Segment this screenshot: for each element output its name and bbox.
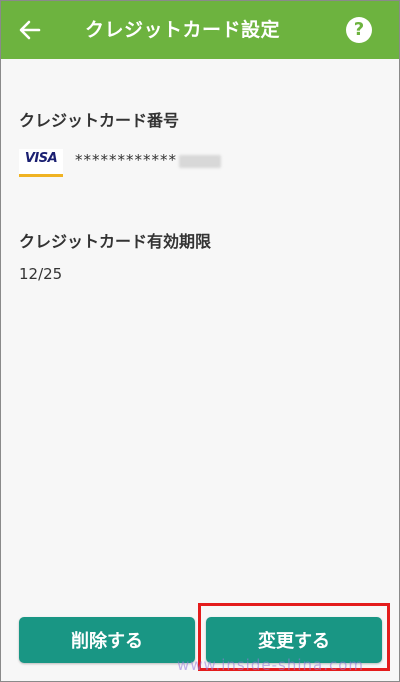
masked-card-number: ************ <box>75 151 177 169</box>
back-button[interactable] <box>15 15 45 45</box>
blurred-last-digits <box>179 155 221 168</box>
screen-frame: クレジットカード設定 ? クレジットカード番号 VISA ***********… <box>0 0 400 682</box>
app-header: クレジットカード設定 ? <box>1 1 399 59</box>
visa-brand-text: VISA <box>24 151 58 166</box>
delete-button[interactable]: 削除する <box>19 617 195 663</box>
expiry-value: 12/25 <box>19 265 63 283</box>
arrow-left-icon <box>19 20 41 40</box>
page-title: クレジットカード設定 <box>85 19 281 41</box>
card-number-label: クレジットカード番号 <box>19 111 180 130</box>
visa-logo: VISA <box>19 149 63 177</box>
expiry-label: クレジットカード有効期限 <box>19 232 212 251</box>
help-icon[interactable]: ? <box>346 17 372 43</box>
watermark: www.inside-shina.com <box>177 656 365 674</box>
